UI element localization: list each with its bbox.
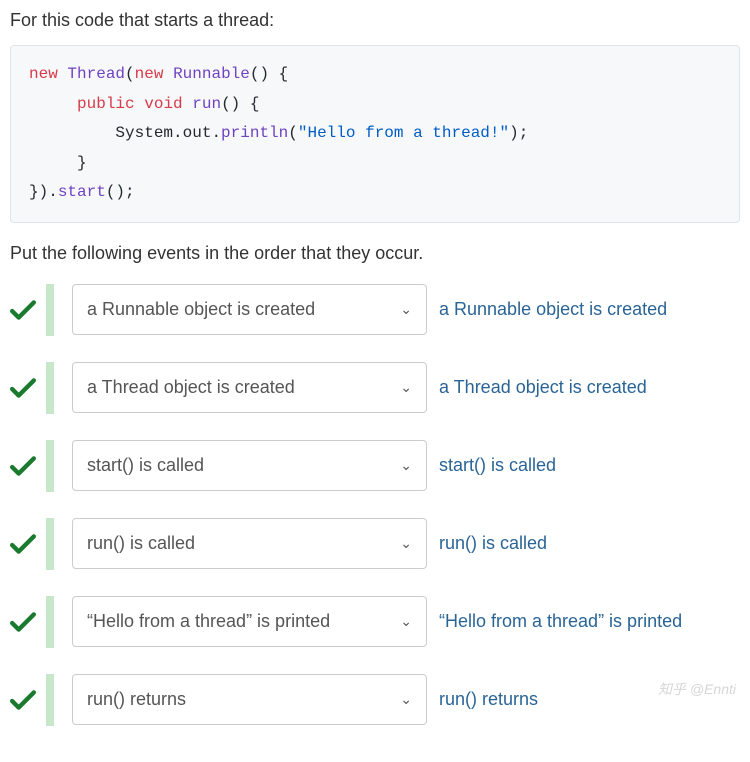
order-select[interactable]: run() is called ⌄ xyxy=(72,518,427,569)
string-literal: "Hello from a thread!" xyxy=(298,124,509,142)
code-text: (); xyxy=(106,183,135,201)
keyword-public: public xyxy=(77,95,135,113)
intro-text: For this code that starts a thread: xyxy=(10,10,740,31)
paren: ( xyxy=(125,65,135,83)
method-start: start xyxy=(58,183,106,201)
code-text: () { xyxy=(250,65,288,83)
check-icon xyxy=(10,688,38,712)
correct-answer-label: run() returns xyxy=(439,689,538,710)
select-value: start() is called xyxy=(87,455,204,476)
select-value: “Hello from a thread” is printed xyxy=(87,611,330,632)
answer-row: a Runnable object is created ⌄ a Runnabl… xyxy=(10,284,740,336)
answer-row: a Thread object is created ⌄ a Thread ob… xyxy=(10,362,740,414)
answers-list: a Runnable object is created ⌄ a Runnabl… xyxy=(10,284,740,726)
code-text: }). xyxy=(29,183,58,201)
code-block: new Thread(new Runnable() { public void … xyxy=(10,45,740,223)
type-thread: Thread xyxy=(67,65,125,83)
correct-answer-label: start() is called xyxy=(439,455,556,476)
select-value: run() returns xyxy=(87,689,186,710)
chevron-down-icon: ⌄ xyxy=(400,691,412,708)
chevron-down-icon: ⌄ xyxy=(400,535,412,552)
order-select[interactable]: a Runnable object is created ⌄ xyxy=(72,284,427,335)
method-println: println xyxy=(221,124,288,142)
check-icon xyxy=(10,376,38,400)
order-select[interactable]: run() returns ⌄ xyxy=(72,674,427,725)
order-select[interactable]: a Thread object is created ⌄ xyxy=(72,362,427,413)
answer-row: start() is called ⌄ start() is called xyxy=(10,440,740,492)
code-text: () { xyxy=(221,95,259,113)
keyword-new: new xyxy=(29,65,58,83)
answer-row: run() returns ⌄ run() returns xyxy=(10,674,740,726)
answer-row: “Hello from a thread” is printed ⌄ “Hell… xyxy=(10,596,740,648)
select-value: run() is called xyxy=(87,533,195,554)
correct-indicator-bar xyxy=(46,284,54,336)
check-icon xyxy=(10,610,38,634)
type-runnable: Runnable xyxy=(173,65,250,83)
correct-indicator-bar xyxy=(46,674,54,726)
order-select[interactable]: start() is called ⌄ xyxy=(72,440,427,491)
keyword-void: void xyxy=(144,95,182,113)
code-text: ); xyxy=(509,124,528,142)
check-icon xyxy=(10,454,38,478)
select-value: a Thread object is created xyxy=(87,377,295,398)
instruction-text: Put the following events in the order th… xyxy=(10,243,740,264)
correct-indicator-bar xyxy=(46,362,54,414)
correct-indicator-bar xyxy=(46,518,54,570)
brace: } xyxy=(77,154,87,172)
keyword-new: new xyxy=(135,65,164,83)
correct-answer-label: “Hello from a thread” is printed xyxy=(439,611,682,632)
code-text: System.out. xyxy=(115,124,221,142)
chevron-down-icon: ⌄ xyxy=(400,613,412,630)
check-icon xyxy=(10,532,38,556)
correct-answer-label: a Runnable object is created xyxy=(439,299,667,320)
correct-answer-label: a Thread object is created xyxy=(439,377,647,398)
answer-row: run() is called ⌄ run() is called xyxy=(10,518,740,570)
paren: ( xyxy=(288,124,298,142)
chevron-down-icon: ⌄ xyxy=(400,379,412,396)
correct-indicator-bar xyxy=(46,596,54,648)
correct-indicator-bar xyxy=(46,440,54,492)
chevron-down-icon: ⌄ xyxy=(400,301,412,318)
order-select[interactable]: “Hello from a thread” is printed ⌄ xyxy=(72,596,427,647)
select-value: a Runnable object is created xyxy=(87,299,315,320)
check-icon xyxy=(10,298,38,322)
correct-answer-label: run() is called xyxy=(439,533,547,554)
chevron-down-icon: ⌄ xyxy=(400,457,412,474)
method-run: run xyxy=(192,95,221,113)
